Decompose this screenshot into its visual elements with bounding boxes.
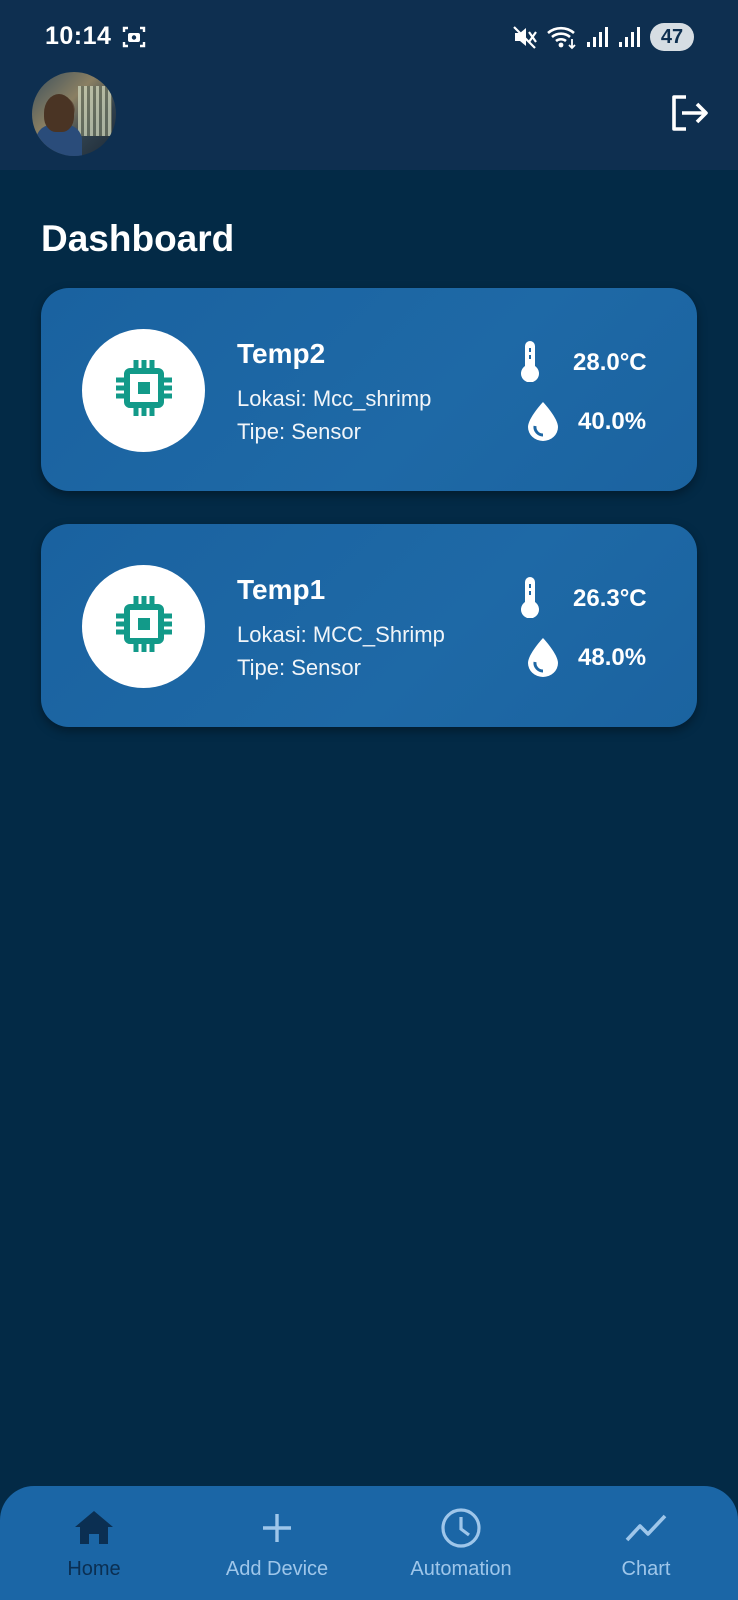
water-drop-icon [525, 637, 561, 677]
nav-item-add-device[interactable]: Add Device [185, 1486, 369, 1600]
page-title: Dashboard [41, 218, 235, 259]
bottom-navigation: Home Add Device Automation Chart [0, 1486, 738, 1600]
status-bar: 10:14 47 [0, 0, 738, 72]
plus-icon [255, 1506, 299, 1550]
chip-icon [113, 357, 175, 424]
water-drop-icon [525, 401, 561, 441]
nav-label: Chart [621, 1558, 671, 1580]
device-name: Temp1 [237, 574, 326, 605]
screenshot-icon [121, 24, 147, 50]
humidity-value: 40.0% [578, 408, 647, 435]
device-location: Lokasi: MCC_Shrimp [237, 622, 445, 647]
app-root: 10:14 47 Dashboard Temp2 Lokasi: Mcc_shr… [0, 0, 738, 1600]
device-location: Lokasi: Mcc_shrimp [237, 386, 432, 411]
thermometer-icon [517, 576, 543, 619]
chip-icon [113, 593, 175, 660]
chart-icon [624, 1506, 668, 1550]
signal-icon [618, 24, 642, 50]
avatar[interactable] [32, 72, 116, 156]
nav-item-automation[interactable]: Automation [369, 1486, 553, 1600]
device-avatar [82, 565, 205, 688]
humidity-value: 48.0% [578, 644, 647, 671]
nav-label: Add Device [225, 1558, 329, 1580]
device-card[interactable]: Temp1 Lokasi: MCC_Shrimp Tipe: Sensor 26… [41, 524, 697, 727]
battery-indicator: 47 [650, 23, 694, 51]
clock-icon [439, 1506, 483, 1550]
device-avatar [82, 329, 205, 452]
app-bar: 10:14 47 [0, 0, 738, 170]
nav-item-chart[interactable]: Chart [554, 1486, 738, 1600]
status-icons: 47 [512, 22, 694, 52]
temperature-value: 28.0°C [573, 349, 647, 376]
temperature-value: 26.3°C [573, 585, 647, 612]
status-time: 10:14 [45, 22, 112, 50]
nav-label: Home [67, 1558, 121, 1580]
mute-vibrate-icon [512, 24, 538, 50]
signal-icon [586, 24, 610, 50]
device-type: Tipe: Sensor [237, 655, 361, 680]
home-icon [72, 1506, 116, 1550]
nav-label: Automation [410, 1558, 512, 1580]
device-name: Temp2 [237, 338, 326, 369]
device-type: Tipe: Sensor [237, 419, 361, 444]
wifi-icon [546, 24, 578, 50]
nav-item-home[interactable]: Home [2, 1486, 186, 1600]
thermometer-icon [517, 340, 543, 383]
logout-icon[interactable] [666, 91, 710, 135]
device-card[interactable]: Temp2 Lokasi: Mcc_shrimp Tipe: Sensor 28… [41, 288, 697, 491]
